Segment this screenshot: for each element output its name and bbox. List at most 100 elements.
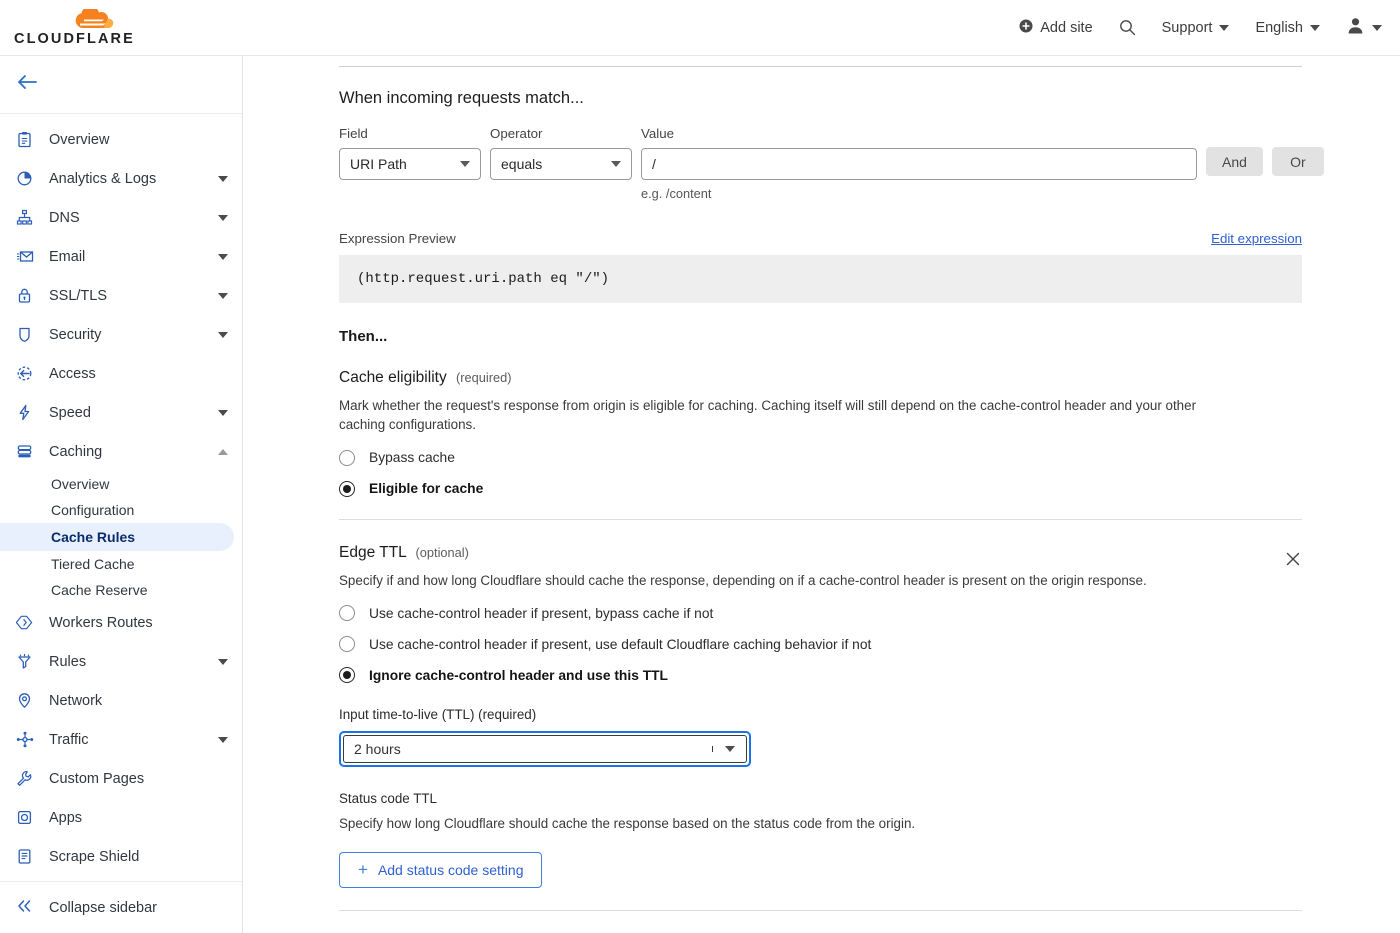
collapse-sidebar-button[interactable]: Collapse sidebar: [0, 881, 242, 933]
sidebar-item-speed[interactable]: Speed: [0, 393, 242, 432]
add-status-code-setting-button[interactable]: + Add status code setting: [339, 852, 542, 888]
radio-edge-ttl-ignore[interactable]: Ignore cache-control header and use this…: [339, 667, 1302, 683]
clipboard-icon: [16, 131, 42, 148]
chevron-down-icon[interactable]: [218, 737, 228, 743]
sidebar-item-label: Rules: [49, 654, 86, 670]
sidebar-item-workers-routes[interactable]: Workers Routes: [0, 603, 242, 642]
sidebar-item-label: Network: [49, 693, 102, 709]
expression-preview-header: Expression Preview Edit expression: [339, 231, 1302, 246]
radio-label: Bypass cache: [369, 450, 455, 465]
sitemap-icon: [16, 209, 42, 226]
value-input[interactable]: [641, 148, 1197, 180]
radio-label: Eligible for cache: [369, 481, 483, 496]
chevron-down-icon[interactable]: [218, 293, 228, 299]
radio-edge-ttl-default[interactable]: Use cache-control header if present, use…: [339, 636, 1302, 652]
search-icon[interactable]: [1119, 19, 1136, 36]
language-label: English: [1255, 20, 1303, 36]
sidebar-back-row[interactable]: [0, 56, 242, 114]
radio-edge-ttl-bypass[interactable]: Use cache-control header if present, byp…: [339, 605, 1302, 621]
account-menu[interactable]: [1346, 16, 1382, 39]
or-button[interactable]: Or: [1272, 147, 1324, 176]
sidebar-item-custom-pages[interactable]: Custom Pages: [0, 759, 242, 798]
sidebar-item-cache-rules[interactable]: Cache Rules: [0, 523, 234, 551]
sidebar-item-security[interactable]: Security: [0, 315, 242, 354]
chevron-down-icon: [611, 161, 621, 167]
operator-select[interactable]: equals: [490, 148, 632, 180]
chevron-down-icon[interactable]: [218, 254, 228, 260]
ttl-select[interactable]: 2 hours: [339, 731, 751, 767]
cache-rule-editor: When incoming requests match... Field UR…: [339, 56, 1398, 933]
field-select[interactable]: URI Path: [339, 148, 481, 180]
ttl-select-value: 2 hours: [344, 741, 712, 757]
chevron-down-icon[interactable]: [218, 332, 228, 338]
radio-eligible-for-cache[interactable]: Eligible for cache: [339, 481, 1398, 497]
value-hint: e.g. /content: [641, 186, 1197, 201]
and-button[interactable]: And: [1206, 147, 1263, 176]
expression-preview-label: Expression Preview: [339, 231, 456, 246]
expression-text: (http.request.uri.path eq "/"): [357, 271, 609, 287]
radio-circle-icon: [339, 450, 355, 466]
sidebar-item-cache-reserve[interactable]: Cache Reserve: [0, 577, 234, 603]
sidebar-item-traffic[interactable]: Traffic: [0, 720, 242, 759]
main-content: When incoming requests match... Field UR…: [244, 56, 1400, 933]
lightning-bolt-icon: [16, 404, 42, 421]
chevron-down-icon: [460, 161, 470, 167]
status-code-ttl-description: Specify how long Cloudflare should cache…: [339, 814, 1244, 833]
radio-label: Use cache-control header if present, byp…: [369, 606, 713, 621]
sidebar-item-label: Email: [49, 249, 85, 265]
edge-ttl-optional: (optional): [416, 545, 469, 560]
radio-circle-icon: [339, 636, 355, 652]
sidebar-subitem-label: Overview: [51, 476, 109, 492]
sidebar-item-analytics-logs[interactable]: Analytics & Logs: [0, 159, 242, 198]
sidebar-item-caching[interactable]: Caching: [0, 432, 242, 471]
edit-expression-link[interactable]: Edit expression: [1211, 231, 1302, 246]
value-label: Value: [641, 126, 1197, 141]
radio-circle-selected-icon: [339, 481, 355, 497]
sidebar-item-network[interactable]: Network: [0, 681, 242, 720]
content-top-divider: [339, 66, 1302, 67]
sidebar-item-rules[interactable]: Rules: [0, 642, 242, 681]
chevron-up-icon[interactable]: [218, 449, 228, 455]
plus-circle-icon: [1019, 19, 1033, 37]
chevron-down-icon[interactable]: [218, 410, 228, 416]
cache-eligibility-title: Cache eligibility (required): [339, 369, 1398, 387]
add-site-button[interactable]: Add site: [1019, 19, 1092, 37]
sidebar-item-scrape-shield[interactable]: Scrape Shield: [0, 837, 242, 876]
radio-bypass-cache[interactable]: Bypass cache: [339, 450, 1398, 466]
status-code-ttl-title: Status code TTL: [339, 791, 1302, 806]
sidebar-item-dns[interactable]: DNS: [0, 198, 242, 237]
sidebar-item-access[interactable]: Access: [0, 354, 242, 393]
ttl-dropdown-button[interactable]: [712, 746, 746, 752]
expression-preview-box: (http.request.uri.path eq "/"): [339, 255, 1302, 303]
sidebar-item-ssl-tls[interactable]: SSL/TLS: [0, 276, 242, 315]
sidebar-subitem-label: Cache Rules: [51, 529, 135, 545]
document-icon: [16, 848, 42, 865]
cloudflare-cloud-icon: [70, 9, 124, 29]
sidebar-item-label: Custom Pages: [49, 771, 144, 787]
support-menu[interactable]: Support: [1162, 20, 1230, 36]
edge-ttl-description: Specify if and how long Cloudflare shoul…: [339, 571, 1244, 590]
sidebar-item-label: Access: [49, 366, 96, 382]
chevron-down-icon[interactable]: [218, 215, 228, 221]
sidebar-item-caching-configuration[interactable]: Configuration: [0, 497, 234, 523]
cloudflare-logo[interactable]: CLOUDFLARE: [14, 9, 135, 47]
sidebar-item-overview[interactable]: Overview: [0, 120, 242, 159]
language-menu[interactable]: English: [1255, 20, 1320, 36]
close-icon[interactable]: [1284, 550, 1302, 568]
sidebar-nav: Overview Analytics & Logs DNS: [0, 114, 242, 881]
wrench-icon: [16, 770, 42, 787]
match-condition-row: Field URI Path Operator equals Value: [339, 126, 1398, 201]
chevron-down-icon[interactable]: [218, 176, 228, 182]
section-divider: [339, 519, 1302, 520]
section-divider: [339, 910, 1302, 911]
sidebar-item-tiered-cache[interactable]: Tiered Cache: [0, 551, 234, 577]
apps-square-icon: [16, 809, 42, 826]
radio-circle-icon: [339, 605, 355, 621]
sidebar-subitem-label: Cache Reserve: [51, 582, 148, 598]
sidebar-item-email[interactable]: Email: [0, 237, 242, 276]
back-arrow-icon[interactable]: [16, 73, 40, 96]
sidebar-item-apps[interactable]: Apps: [0, 798, 242, 837]
sidebar-item-label: Caching: [49, 444, 102, 460]
sidebar-item-caching-overview[interactable]: Overview: [0, 471, 234, 497]
chevron-down-icon[interactable]: [218, 659, 228, 665]
